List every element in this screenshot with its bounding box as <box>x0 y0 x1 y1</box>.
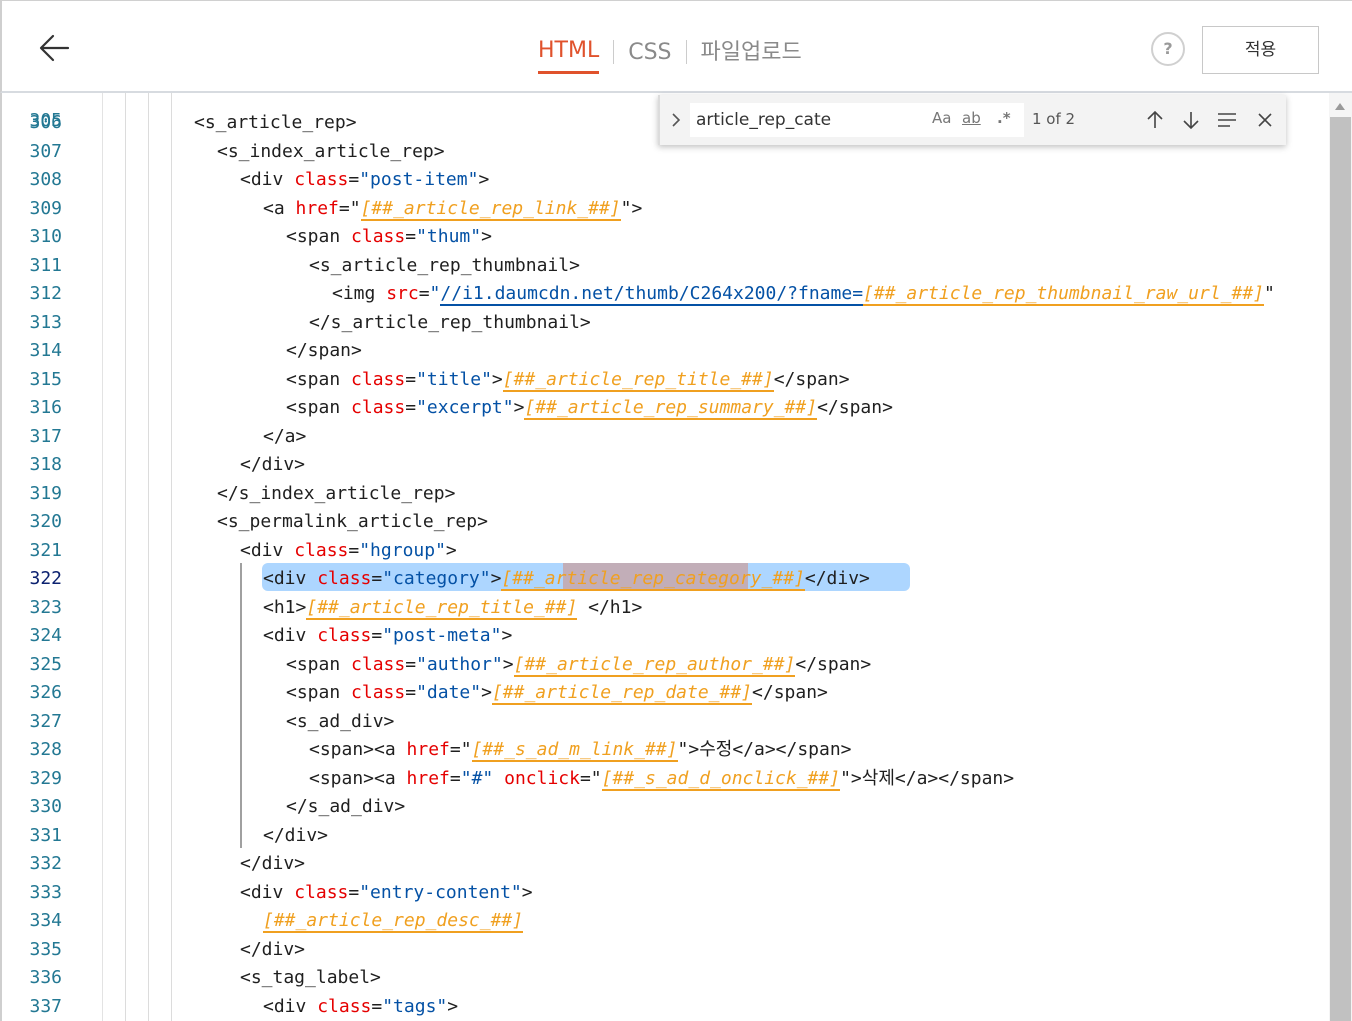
line-code: <a href="[##_article_rep_link_##]"> <box>263 197 643 221</box>
line-code: <s_index_article_rep> <box>217 140 445 162</box>
line-number: 330 <box>29 796 62 817</box>
partial-line: 305 <box>2 93 62 131</box>
vertical-scrollbar[interactable] <box>1329 93 1352 1021</box>
line-code: <s_article_rep_thumbnail> <box>309 254 580 276</box>
whole-word-toggle[interactable]: ab <box>962 109 981 127</box>
line-code: <span class="thum"> <box>286 226 492 247</box>
tab-divider <box>685 39 687 64</box>
line-number: 336 <box>29 967 62 988</box>
line-number: 324 <box>29 625 62 646</box>
line-code: <span class="title">[##_article_rep_titl… <box>286 368 850 392</box>
line-code: <span class="date">[##_article_rep_date_… <box>286 682 828 705</box>
line-number: 334 <box>29 910 62 931</box>
line-code: <span class="excerpt">[##_article_rep_su… <box>286 397 893 420</box>
find-in-selection-icon[interactable] <box>1216 108 1238 132</box>
indent-guide <box>148 93 149 1021</box>
line-number: 316 <box>29 397 62 418</box>
line-code: <h1>[##_article_rep_title_##] </h1> <box>263 596 643 620</box>
indent-guide <box>171 93 172 1021</box>
line-code: </span> <box>286 340 362 361</box>
line-code: </div> <box>240 853 306 874</box>
line-number: 319 <box>29 482 62 504</box>
line-code: <s_permalink_article_rep> <box>217 511 488 532</box>
gutter-divider <box>102 93 103 1021</box>
tab-bar: HTML CSS 파일업로드 <box>2 37 1352 77</box>
active-indent-guide <box>240 562 242 848</box>
line-code: </div> <box>263 824 329 846</box>
close-icon[interactable] <box>1254 108 1276 132</box>
line-number: 317 <box>29 425 62 447</box>
line-number: 307 <box>29 140 62 162</box>
line-number: 335 <box>29 938 62 960</box>
line-number: 309 <box>29 197 62 219</box>
line-number: 325 <box>29 653 62 675</box>
line-number: 323 <box>29 596 62 618</box>
editor-header: HTML CSS 파일업로드 ? 적용 <box>0 0 1352 93</box>
line-code: <div class="post-meta"> <box>263 625 513 646</box>
code-editor[interactable]: 305 306 <s_article_rep> 307 <s_index_articl… <box>0 93 1352 1021</box>
indent-guide <box>125 93 126 1021</box>
line-code: <div class="post-item"> <box>240 169 490 190</box>
line-number: 321 <box>29 539 62 561</box>
line-code: <img src="//i1.daumcdn.net/thumb/C264x20… <box>332 283 1275 306</box>
line-number: 326 <box>29 682 62 703</box>
line-code: </s_index_article_rep> <box>217 482 456 504</box>
scroll-thumb[interactable] <box>1330 117 1351 1021</box>
line-code: [##_article_rep_desc_##] <box>263 910 524 933</box>
line-number: 333 <box>29 881 62 903</box>
line-code: <div class="entry-content"> <box>240 881 533 903</box>
line-number: 327 <box>29 710 62 732</box>
chevron-right-icon[interactable] <box>668 108 684 132</box>
line-number: 311 <box>29 254 62 276</box>
line-code: <div class="tags"> <box>263 995 459 1017</box>
line-number: 329 <box>29 767 62 789</box>
line-code: </s_article_rep_thumbnail> <box>309 311 591 333</box>
line-code: <div class="category">[##_article_rep_ca… <box>263 568 870 591</box>
line-code: </s_ad_div> <box>286 796 406 817</box>
tab-css[interactable]: CSS <box>628 39 671 73</box>
arrow-down-icon[interactable] <box>1180 108 1202 132</box>
find-widget: article_rep_cate Aa ab .* 1 of 2 <box>658 95 1286 145</box>
line-number: 315 <box>29 368 62 390</box>
line-number: 320 <box>29 511 62 532</box>
tab-html[interactable]: HTML <box>538 37 600 74</box>
line-code: </div> <box>240 454 306 475</box>
help-button[interactable]: ? <box>1151 32 1185 66</box>
line-number: 332 <box>29 853 62 874</box>
line-number: 312 <box>29 283 62 304</box>
tab-file-upload[interactable]: 파일업로드 <box>701 39 802 73</box>
line-code: </div> <box>240 938 306 960</box>
tab-divider <box>613 39 615 64</box>
line-code: <s_tag_label> <box>240 967 381 988</box>
line-code: <s_article_rep> <box>194 112 357 133</box>
line-number: 314 <box>29 340 62 361</box>
line-code: <div class="hgroup"> <box>240 539 457 561</box>
arrow-up-icon[interactable] <box>1144 108 1166 132</box>
line-code: <span><a href="#" onclick="[##_s_ad_d_on… <box>309 767 1015 791</box>
line-number: 322 <box>29 568 62 589</box>
line-number: 310 <box>29 226 62 247</box>
match-case-toggle[interactable]: Aa <box>932 109 951 127</box>
line-number: 318 <box>29 454 62 475</box>
line-number: 306 <box>29 112 62 133</box>
line-number: 313 <box>29 311 62 333</box>
line-number: 328 <box>29 739 62 760</box>
scroll-up-arrow-icon[interactable] <box>1335 103 1345 110</box>
match-count: 1 of 2 <box>1032 110 1076 128</box>
line-code: </a> <box>263 425 307 447</box>
line-code: <span class="author">[##_article_rep_aut… <box>286 653 872 677</box>
line-number: 308 <box>29 169 62 190</box>
line-code: <span><a href="[##_s_ad_m_link_##]">수정</… <box>309 739 852 762</box>
line-code: <s_ad_div> <box>286 710 395 732</box>
line-number: 331 <box>29 824 62 846</box>
regex-toggle[interactable]: .* <box>997 109 1011 127</box>
line-number: 337 <box>29 995 62 1017</box>
apply-button[interactable]: 적용 <box>1202 26 1319 74</box>
